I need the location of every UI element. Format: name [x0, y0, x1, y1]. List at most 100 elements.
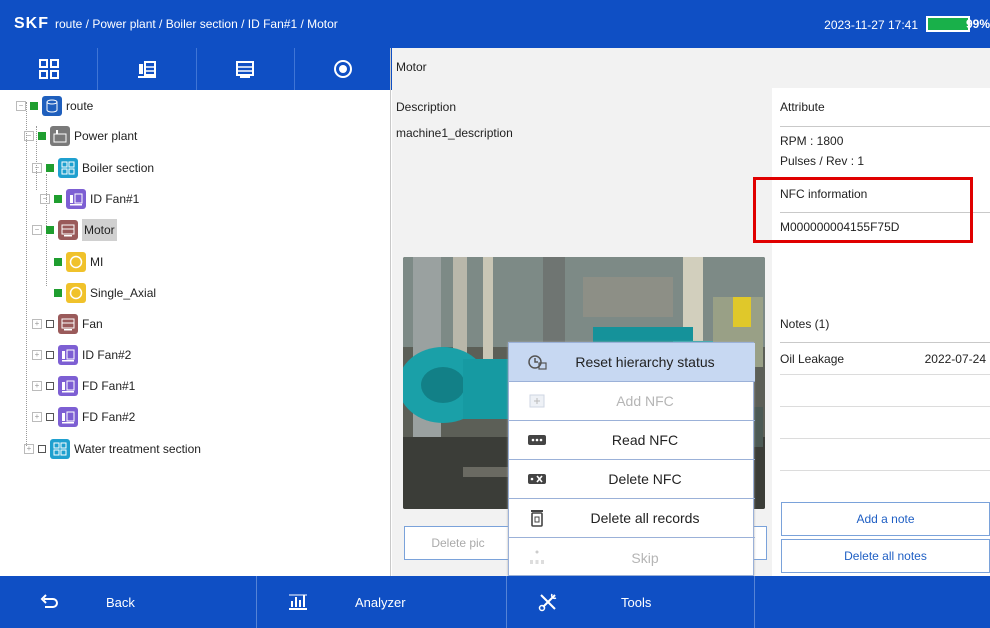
- fan-icon: [58, 345, 78, 365]
- add-note-button[interactable]: Add a note: [781, 502, 990, 536]
- description-label: Description: [396, 100, 457, 114]
- tree-node-fan[interactable]: + Fan: [32, 312, 103, 336]
- record-icon: [334, 60, 353, 78]
- analyzer-button[interactable]: Analyzer: [257, 576, 507, 628]
- tree-node-route[interactable]: − route: [16, 94, 93, 118]
- record-view-button[interactable]: [295, 48, 392, 90]
- point-icon: [66, 283, 86, 303]
- fan-icon: [58, 407, 78, 427]
- grid-view-button[interactable]: [0, 48, 99, 90]
- tree-node-label: Motor: [82, 219, 117, 241]
- delete-picture-button[interactable]: Delete pic: [404, 526, 512, 560]
- section-icon: [58, 158, 78, 178]
- menu-item-label: Read NFC: [611, 432, 679, 448]
- status-indicator: [46, 320, 54, 328]
- analyzer-label: Analyzer: [355, 594, 406, 610]
- collapse-icon[interactable]: −: [32, 163, 42, 173]
- collapse-icon[interactable]: −: [16, 101, 26, 111]
- component-icon: [236, 61, 255, 78]
- status-indicator: [54, 289, 62, 297]
- tree-node-power-plant[interactable]: − Power plant: [24, 124, 137, 148]
- tools-icon: [538, 593, 557, 612]
- menu-item-label: Skip: [631, 549, 659, 566]
- menu-item-label: Add NFC: [616, 393, 674, 409]
- motor-icon: [58, 314, 78, 334]
- status-indicator: [54, 258, 62, 266]
- note-row[interactable]: Oil Leakage 2022-07-24: [780, 348, 990, 370]
- tree-node-fd-fan-2[interactable]: + FD Fan#2: [32, 405, 135, 429]
- menu-item-label: Delete all records: [590, 510, 700, 526]
- menu-add-nfc[interactable]: Add NFC: [509, 382, 755, 421]
- hierarchy-tree: − route − Power plant − Boiler section −…: [0, 90, 392, 576]
- collapse-icon[interactable]: −: [24, 131, 34, 141]
- tree-node-label: route: [66, 99, 94, 113]
- status-indicator: [46, 164, 54, 172]
- component-view-button[interactable]: [197, 48, 295, 90]
- tree-node-single-axial[interactable]: Single_Axial: [54, 281, 156, 305]
- collapse-icon[interactable]: −: [40, 194, 50, 204]
- status-indicator: [38, 445, 46, 453]
- menu-skip[interactable]: Skip: [509, 538, 755, 577]
- collapse-icon[interactable]: −: [32, 225, 42, 235]
- delete-all-notes-label: Delete all notes: [844, 549, 927, 563]
- trash-icon: [527, 509, 547, 527]
- expand-icon[interactable]: +: [32, 319, 42, 329]
- tree-node-mi[interactable]: MI: [54, 250, 103, 274]
- back-arrow-icon: [40, 594, 58, 608]
- description-value: machine1_description: [396, 126, 513, 140]
- tools-context-menu: Reset hierarchy status Add NFC Read NFC …: [508, 342, 755, 577]
- menu-item-label: Delete NFC: [608, 471, 682, 487]
- rpm-value: RPM : 1800: [780, 134, 844, 148]
- menu-delete-all-records[interactable]: Delete all records: [509, 499, 755, 538]
- hierarchy-toolbar: [0, 48, 392, 90]
- tree-node-id-fan-1[interactable]: − ID Fan#1: [40, 187, 139, 211]
- tree-node-label: Power plant: [74, 129, 138, 143]
- back-button[interactable]: Back: [0, 576, 257, 628]
- delete-all-notes-button[interactable]: Delete all notes: [781, 539, 990, 573]
- bottom-action-bar: Back Analyzer Tools: [0, 576, 990, 628]
- panel-divider: [390, 48, 391, 576]
- add-note-label: Add a note: [856, 512, 915, 526]
- read-nfc-icon: [527, 431, 547, 449]
- notes-label: Notes (1): [780, 317, 830, 331]
- tree-node-fd-fan-1[interactable]: + FD Fan#1: [32, 374, 135, 398]
- expand-icon[interactable]: +: [24, 444, 34, 454]
- status-indicator: [46, 413, 54, 421]
- plant-icon: [50, 126, 70, 146]
- battery-icon: [926, 16, 970, 32]
- battery-level: 99%: [965, 17, 990, 31]
- delete-picture-button-edge: [753, 526, 767, 560]
- skip-icon: [527, 549, 547, 567]
- tree-node-id-fan-2[interactable]: + ID Fan#2: [32, 343, 131, 367]
- tree-node-motor[interactable]: − Motor: [32, 218, 117, 242]
- expand-icon[interactable]: +: [32, 412, 42, 422]
- menu-delete-nfc[interactable]: Delete NFC: [509, 460, 755, 499]
- tree-node-label: FD Fan#1: [82, 379, 136, 393]
- tree-node-label: Boiler section: [82, 161, 155, 175]
- tree-node-boiler-section[interactable]: − Boiler section: [32, 156, 154, 180]
- status-indicator: [46, 351, 54, 359]
- tree-node-label: Single_Axial: [90, 286, 157, 300]
- tree-node-label: FD Fan#2: [82, 410, 136, 424]
- back-label: Back: [106, 594, 135, 610]
- top-header: SKF route / Power plant / Boiler section…: [0, 0, 990, 48]
- datetime: 2023-11-27 17:41: [824, 18, 918, 32]
- motor-icon: [58, 220, 78, 240]
- menu-reset-hierarchy-status[interactable]: Reset hierarchy status: [509, 343, 755, 382]
- reset-icon: [527, 353, 547, 371]
- expand-icon[interactable]: +: [32, 381, 42, 391]
- tools-button[interactable]: Tools: [507, 576, 755, 628]
- status-indicator: [30, 102, 38, 110]
- attribute-label: Attribute: [780, 100, 825, 114]
- tree-node-label: ID Fan#2: [82, 348, 132, 362]
- machine-view-button[interactable]: [98, 48, 197, 90]
- menu-read-nfc[interactable]: Read NFC: [509, 421, 755, 460]
- expand-icon[interactable]: +: [32, 350, 42, 360]
- nfc-highlight-box: [753, 177, 973, 243]
- note-date: 2022-07-24: [924, 352, 986, 366]
- tools-label: Tools: [621, 594, 652, 610]
- tree-node-water-treatment[interactable]: + Water treatment section: [24, 437, 201, 461]
- analyzer-icon: [289, 594, 307, 610]
- pulses-value: Pulses / Rev : 1: [780, 154, 865, 168]
- tree-node-label: ID Fan#1: [90, 192, 140, 206]
